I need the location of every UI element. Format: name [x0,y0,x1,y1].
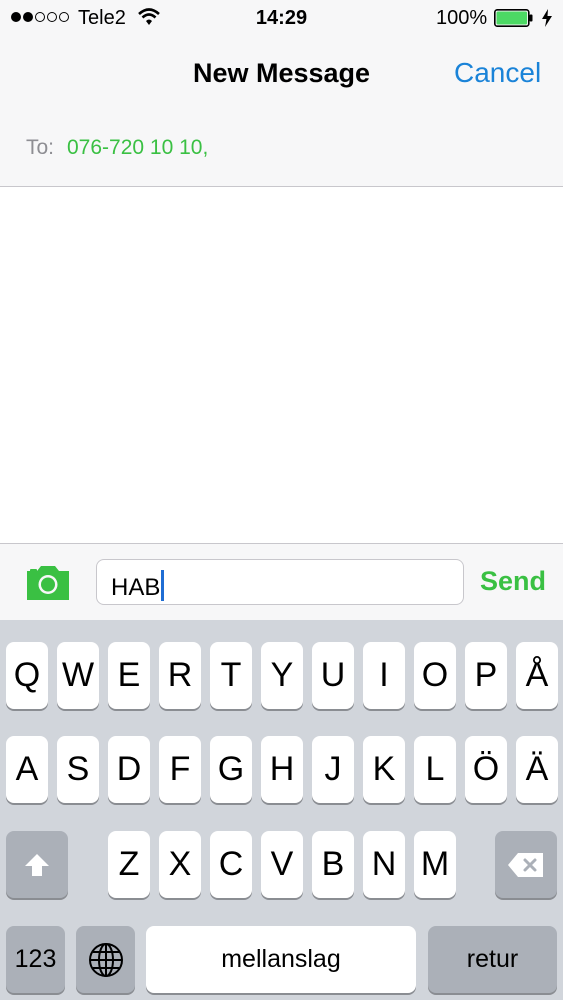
key-b[interactable]: B [312,831,354,898]
shift-icon [25,853,49,876]
key-j[interactable]: J [312,736,354,803]
key-l[interactable]: L [414,736,456,803]
key-h[interactable]: H [261,736,303,803]
text-cursor [161,570,165,601]
send-button[interactable]: Send [480,566,546,597]
message-text: HAB [111,574,161,601]
bolt-icon [542,9,552,27]
cancel-button[interactable]: Cancel [454,57,541,89]
key-a-ring[interactable]: Å [516,642,558,709]
backspace-icon [508,852,543,877]
recipient-field[interactable]: To: 076-720 10 10, [0,113,563,187]
key-f[interactable]: F [159,736,201,803]
key-s[interactable]: S [57,736,99,803]
to-label: To: [26,136,55,159]
key-p[interactable]: P [465,642,507,709]
key-o[interactable]: O [414,642,456,709]
key-r[interactable]: R [159,642,201,709]
key-v[interactable]: V [261,831,303,898]
battery-icon [494,9,533,27]
shift-key[interactable] [6,831,68,898]
recipient-token[interactable]: 076-720 10 10, [67,136,208,160]
battery-percent: 100% [436,7,488,29]
key-z[interactable]: Z [108,831,150,898]
key-i[interactable]: I [363,642,405,709]
message-thread-area [0,187,563,543]
status-bar: Tele2 14:29 100% [0,0,563,38]
key-g[interactable]: G [210,736,252,803]
key-m[interactable]: M [414,831,456,898]
key-a[interactable]: A [6,736,48,803]
backspace-key[interactable] [495,831,557,898]
key-d[interactable]: D [108,736,150,803]
key-c[interactable]: C [210,831,252,898]
key-q[interactable]: Q [6,642,48,709]
globe-key[interactable] [76,926,135,993]
key-x[interactable]: X [159,831,201,898]
camera-icon[interactable] [24,563,72,603]
return-key[interactable]: retur [428,926,557,993]
key-n[interactable]: N [363,831,405,898]
compose-bar: HAB Send [0,543,563,621]
key-u[interactable]: U [312,642,354,709]
message-input[interactable]: HAB [96,559,464,605]
key-w[interactable]: W [57,642,99,709]
keyboard: Q W E R T Y U I O P Å A S D F G H J K L … [0,620,563,1000]
numbers-key[interactable]: 123 [6,926,65,993]
key-t[interactable]: T [210,642,252,709]
navigation-bar: New Message Cancel [0,38,563,114]
key-a-umlaut[interactable]: Ä [516,736,558,803]
key-o-umlaut[interactable]: Ö [465,736,507,803]
space-key[interactable]: mellanslag [146,926,416,993]
key-k[interactable]: K [363,736,405,803]
globe-icon [88,942,123,977]
key-e[interactable]: E [108,642,150,709]
key-y[interactable]: Y [261,642,303,709]
